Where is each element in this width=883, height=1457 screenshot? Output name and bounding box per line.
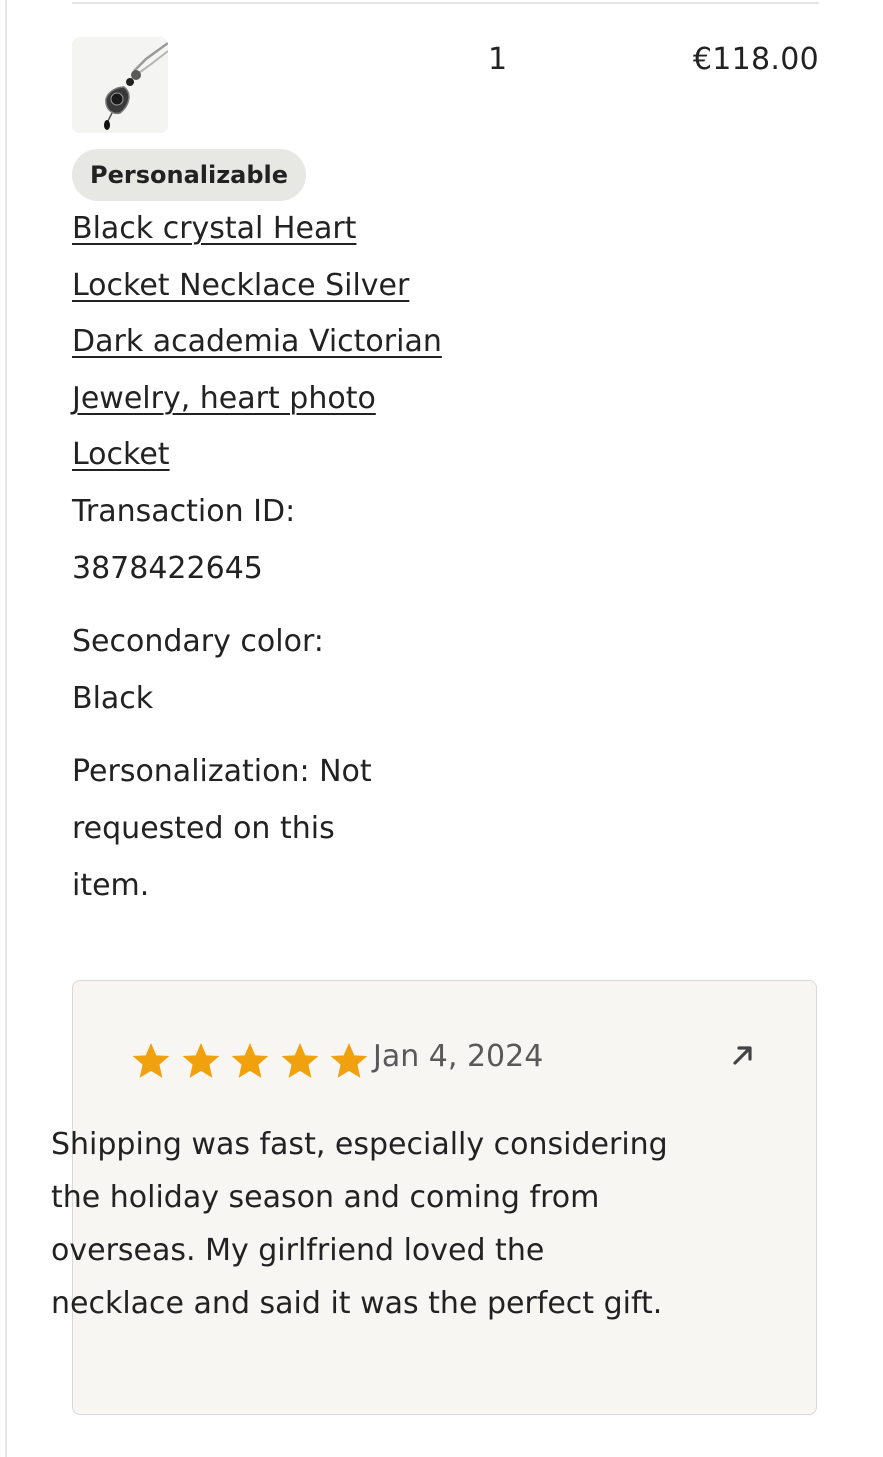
star-icon xyxy=(278,1039,322,1083)
necklace-image-icon xyxy=(72,37,168,133)
top-divider xyxy=(72,2,819,4)
review-date: Jan 4, 2024 xyxy=(373,1039,544,1074)
personalization-text: Personalization: Not requested on this i… xyxy=(72,754,372,903)
item-thumbnail[interactable] xyxy=(72,37,168,133)
item-title-link[interactable]: Black crystal Heart Locket Necklace Silv… xyxy=(72,201,442,484)
item-quantity: 1 xyxy=(488,42,508,77)
star-icon xyxy=(179,1039,223,1083)
star-rating xyxy=(129,1039,377,1083)
star-icon xyxy=(228,1039,272,1083)
personalizable-badge: Personalizable xyxy=(72,149,307,201)
transaction-id-text: Transaction ID: 3878422645 xyxy=(72,494,296,586)
item-price: €118.00 xyxy=(692,42,819,77)
star-icon xyxy=(129,1039,173,1083)
arrow-up-right-icon[interactable] xyxy=(727,1039,759,1071)
secondary-color-text: Secondary color: Black xyxy=(72,624,324,716)
left-border-divider xyxy=(5,0,7,1457)
star-icon xyxy=(327,1039,371,1083)
review-text: Shipping was fast, especially considerin… xyxy=(51,1127,668,1321)
